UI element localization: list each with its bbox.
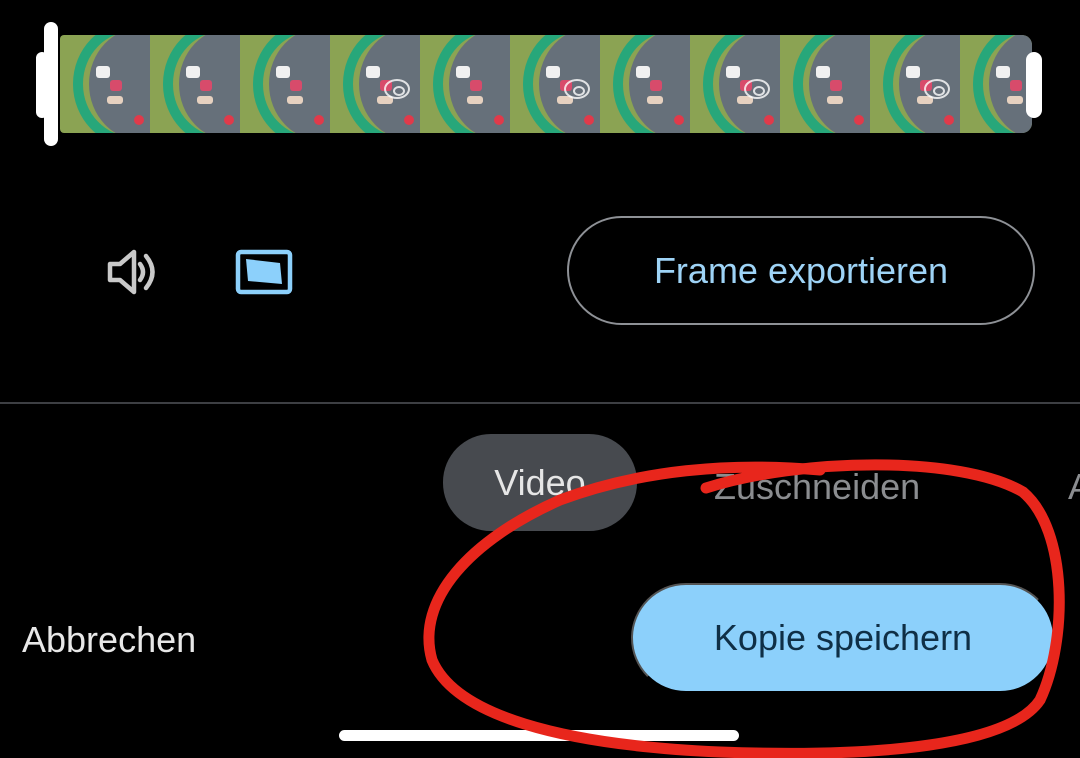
video-editor-screen: Frame exportieren Video Zuschneiden A Ab…: [0, 0, 1080, 758]
timeline-thumbnail: [420, 35, 510, 133]
timeline-thumbnail: [150, 35, 240, 133]
trim-start-grip[interactable]: [36, 52, 48, 118]
trim-end-handle[interactable]: [1026, 52, 1042, 118]
cancel-button[interactable]: Abbrechen: [22, 615, 196, 665]
video-timeline-strip[interactable]: [60, 35, 1032, 133]
volume-icon[interactable]: [100, 244, 164, 300]
tab-next-partial[interactable]: A: [1068, 462, 1080, 512]
frame-export-button[interactable]: Frame exportieren: [567, 216, 1035, 325]
aspect-ratio-icon[interactable]: [232, 246, 296, 298]
section-divider: [0, 402, 1080, 404]
timeline-thumbnail: [960, 35, 1032, 133]
timeline-thumbnail: [330, 35, 420, 133]
timeline-thumbnail: [240, 35, 330, 133]
timeline-thumbnail: [60, 35, 150, 133]
timeline-thumbnail: [510, 35, 600, 133]
tab-crop[interactable]: Zuschneiden: [714, 462, 920, 512]
tab-video[interactable]: Video: [443, 434, 637, 531]
timeline-thumbnail: [600, 35, 690, 133]
timeline-thumbnail: [870, 35, 960, 133]
home-indicator[interactable]: [339, 730, 739, 741]
save-copy-button[interactable]: Kopie speichern: [631, 583, 1055, 693]
timeline-thumbnail: [690, 35, 780, 133]
timeline-thumbnail: [780, 35, 870, 133]
